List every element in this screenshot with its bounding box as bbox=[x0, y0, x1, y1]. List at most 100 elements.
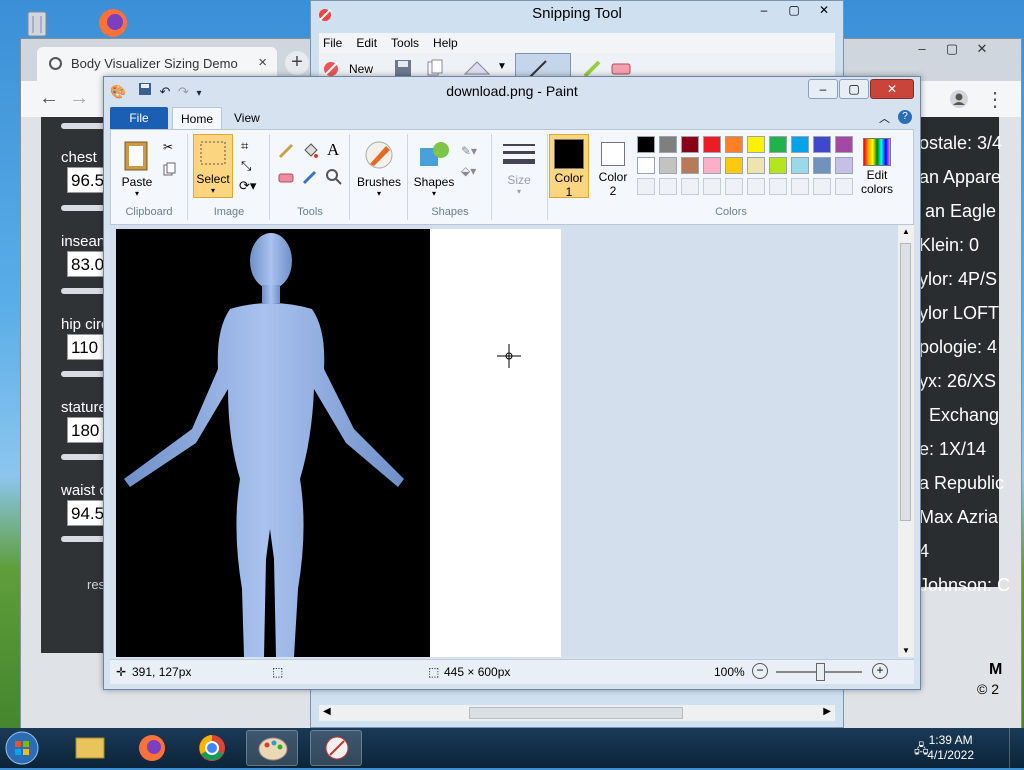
fill-icon[interactable]: ⬙▾ bbox=[461, 164, 476, 178]
maximize-button[interactable]: ▢ bbox=[779, 3, 809, 17]
custom-color-slot[interactable] bbox=[747, 178, 765, 195]
color-swatch[interactable] bbox=[835, 136, 853, 153]
new-tab-button[interactable]: + bbox=[285, 51, 309, 75]
brush-icon bbox=[365, 141, 393, 169]
show-desktop-button[interactable] bbox=[1009, 728, 1024, 768]
canvas-area[interactable]: ▲ ▼ bbox=[110, 225, 914, 657]
color-swatch[interactable] bbox=[835, 157, 853, 174]
color-swatch[interactable] bbox=[813, 157, 831, 174]
custom-color-slot[interactable] bbox=[681, 178, 699, 195]
color-swatch[interactable] bbox=[813, 136, 831, 153]
scrollbar-thumb[interactable] bbox=[469, 707, 683, 719]
select-button[interactable]: Select ▾ bbox=[193, 134, 233, 198]
pencil-icon[interactable] bbox=[277, 142, 295, 163]
minimize-ribbon-icon[interactable]: ︿ bbox=[879, 110, 890, 126]
outline-icon[interactable]: ✎▾ bbox=[461, 144, 477, 158]
custom-color-slot[interactable] bbox=[703, 178, 721, 195]
scrollbar-thumb[interactable] bbox=[900, 243, 911, 521]
help-icon[interactable]: ? bbox=[898, 110, 912, 124]
brushes-button[interactable]: Brushes ▾ bbox=[355, 138, 403, 198]
custom-color-slot[interactable] bbox=[637, 178, 655, 195]
minimize-button[interactable]: – bbox=[749, 3, 779, 17]
taskbar-paint[interactable] bbox=[246, 730, 298, 766]
close-button[interactable]: ✕ bbox=[967, 41, 997, 57]
forward-arrow-icon[interactable]: → bbox=[69, 87, 89, 110]
color-swatch[interactable] bbox=[769, 136, 787, 153]
zoom-in-icon[interactable]: + bbox=[872, 663, 888, 679]
rotate-icon[interactable]: ⟳▾ bbox=[239, 178, 256, 194]
custom-color-slot[interactable] bbox=[659, 178, 677, 195]
copy-icon[interactable] bbox=[163, 162, 177, 179]
tab-home[interactable]: Home bbox=[172, 107, 222, 130]
vertical-scrollbar[interactable]: ▲ ▼ bbox=[898, 225, 914, 657]
taskbar-firefox[interactable] bbox=[126, 730, 178, 766]
zoom-slider-thumb[interactable] bbox=[816, 663, 825, 681]
custom-color-slot[interactable] bbox=[725, 178, 743, 195]
new-snip-button[interactable]: New bbox=[349, 62, 373, 76]
menu-tools[interactable]: Tools bbox=[391, 33, 419, 53]
color-swatch[interactable] bbox=[659, 157, 677, 174]
color-swatch[interactable] bbox=[703, 136, 721, 153]
zoom-out-icon[interactable]: − bbox=[752, 663, 768, 679]
system-clock[interactable]: 1:39 AM 4/1/2022 bbox=[927, 733, 974, 763]
text-tool-icon[interactable]: A bbox=[327, 140, 339, 160]
scroll-right-arrow-icon[interactable]: ▶ bbox=[823, 706, 831, 717]
color-swatch[interactable] bbox=[725, 136, 743, 153]
color-swatch[interactable] bbox=[791, 136, 809, 153]
shapes-button[interactable]: Shapes ▾ bbox=[411, 138, 457, 198]
menu-file[interactable]: File bbox=[323, 33, 342, 53]
color1-button[interactable]: Color 1 bbox=[549, 134, 589, 199]
cut-icon[interactable]: ✂ bbox=[163, 140, 173, 154]
dropdown-arrow-icon[interactable]: ▼ bbox=[497, 61, 507, 72]
scroll-up-arrow-icon[interactable]: ▲ bbox=[902, 227, 910, 236]
minimize-button[interactable]: – bbox=[808, 79, 838, 99]
custom-color-slot[interactable] bbox=[791, 178, 809, 195]
color-swatch[interactable] bbox=[747, 157, 765, 174]
custom-color-slot[interactable] bbox=[769, 178, 787, 195]
close-button[interactable]: ✕ bbox=[809, 3, 839, 17]
magnifier-icon[interactable] bbox=[325, 168, 343, 189]
taskbar-snipping-tool[interactable] bbox=[310, 730, 362, 766]
fill-bucket-icon[interactable] bbox=[301, 142, 319, 163]
back-arrow-icon[interactable]: ← bbox=[39, 87, 59, 110]
color-picker-icon[interactable] bbox=[301, 168, 319, 189]
crop-icon[interactable]: ⌗ bbox=[241, 138, 248, 154]
minimize-button[interactable]: – bbox=[907, 41, 937, 56]
recycle-bin-icon[interactable] bbox=[20, 6, 54, 40]
account-icon[interactable] bbox=[949, 89, 969, 115]
custom-color-slot[interactable] bbox=[813, 178, 831, 195]
snipping-horizontal-scrollbar[interactable]: ◀ ▶ bbox=[319, 705, 835, 721]
scroll-down-arrow-icon[interactable]: ▼ bbox=[902, 646, 910, 655]
menu-edit[interactable]: Edit bbox=[356, 33, 377, 53]
custom-color-slot[interactable] bbox=[835, 178, 853, 195]
color-swatch[interactable] bbox=[769, 157, 787, 174]
color-swatch[interactable] bbox=[637, 136, 655, 153]
firefox-desktop-icon[interactable] bbox=[96, 6, 130, 40]
tab-close-icon[interactable]: × bbox=[258, 54, 267, 71]
maximize-button[interactable]: ▢ bbox=[839, 79, 869, 99]
menu-help[interactable]: Help bbox=[433, 33, 458, 53]
start-button[interactable] bbox=[2, 730, 48, 766]
color2-button[interactable]: Color 2 bbox=[593, 134, 633, 198]
taskbar-explorer[interactable] bbox=[64, 730, 116, 766]
color-swatch[interactable] bbox=[703, 157, 721, 174]
paste-button[interactable]: Paste ▾ bbox=[117, 138, 157, 198]
tab-view[interactable]: View bbox=[234, 107, 260, 129]
color-swatch[interactable] bbox=[791, 157, 809, 174]
color-swatch[interactable] bbox=[747, 136, 765, 153]
color-swatch[interactable] bbox=[681, 157, 699, 174]
eraser-icon[interactable] bbox=[277, 168, 295, 189]
menu-kebab-icon[interactable]: ⋮ bbox=[985, 87, 1005, 112]
maximize-button[interactable]: ▢ bbox=[937, 41, 967, 57]
tab-file[interactable]: File bbox=[110, 107, 168, 129]
taskbar-chrome[interactable] bbox=[186, 730, 238, 766]
edit-colors-button[interactable]: Edit colors bbox=[855, 136, 899, 196]
resize-icon[interactable]: ⤡ bbox=[241, 158, 251, 174]
color-swatch[interactable] bbox=[637, 157, 655, 174]
size-button[interactable]: Size ▾ bbox=[499, 140, 539, 196]
color-swatch[interactable] bbox=[725, 157, 743, 174]
scroll-left-arrow-icon[interactable]: ◀ bbox=[323, 706, 331, 717]
close-button[interactable]: ✕ bbox=[870, 79, 914, 99]
color-swatch[interactable] bbox=[659, 136, 677, 153]
color-swatch[interactable] bbox=[681, 136, 699, 153]
